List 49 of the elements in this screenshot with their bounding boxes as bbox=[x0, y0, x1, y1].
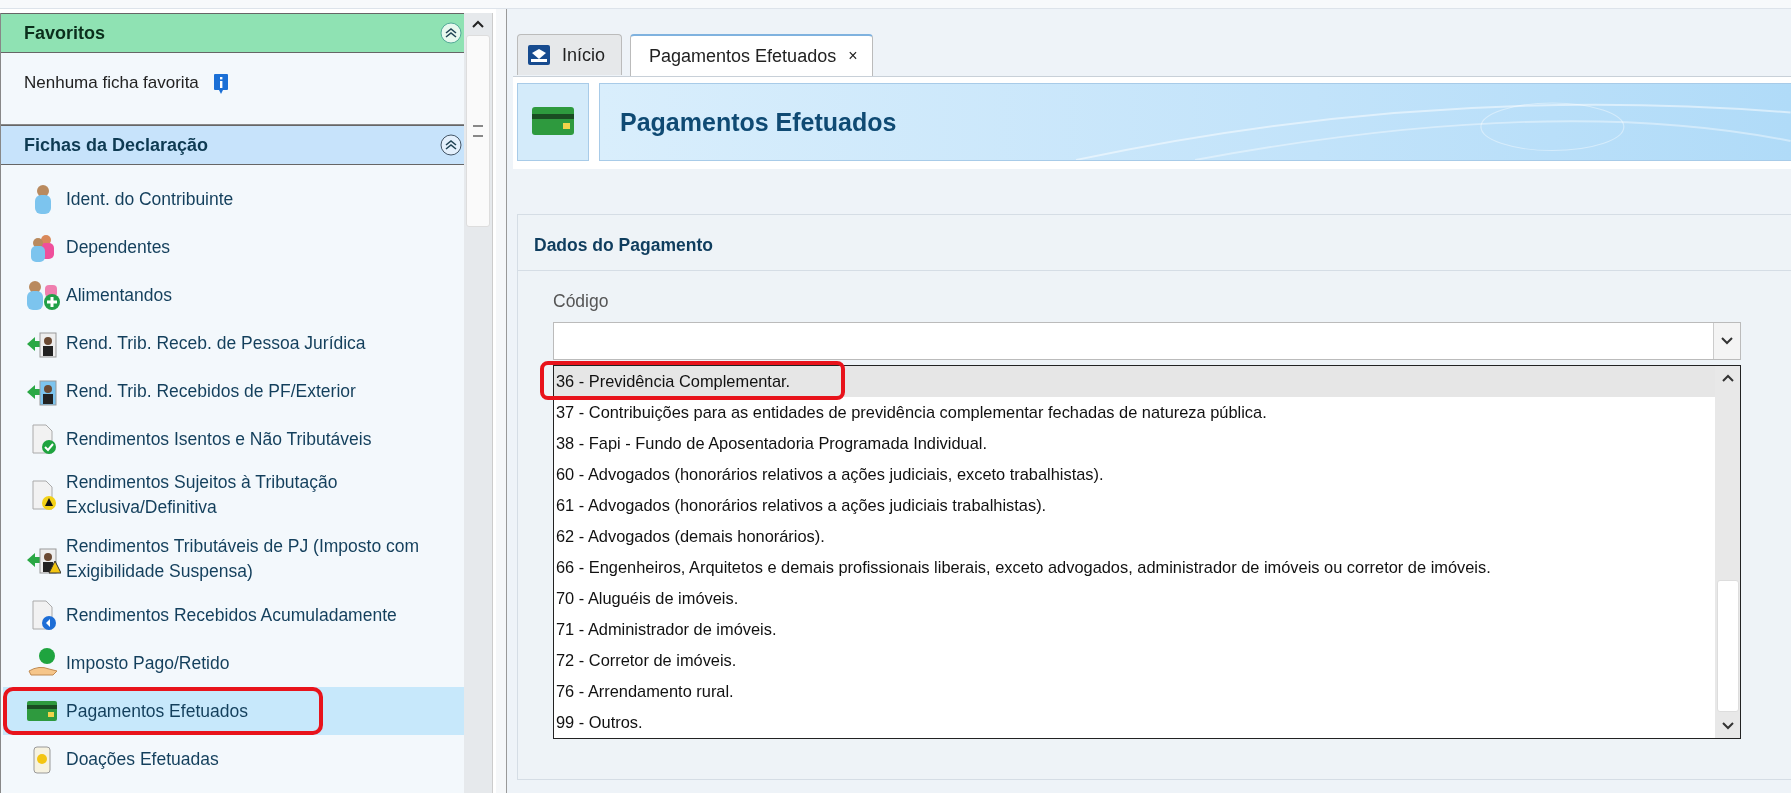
dropdown-option[interactable]: 61 - Advogados (honorários relativos a ações judiciais trabalhistas). bbox=[554, 490, 1715, 521]
dropdown-option[interactable]: 72 - Corretor de imóveis. bbox=[554, 645, 1715, 676]
scroll-thumb[interactable] bbox=[1716, 580, 1739, 712]
tab[interactable]: Início bbox=[517, 34, 623, 75]
chevron-down-icon bbox=[1721, 337, 1733, 345]
dropdown-option[interactable]: 76 - Arrendamento rural. bbox=[554, 676, 1715, 707]
dropdown-button[interactable] bbox=[1713, 323, 1740, 359]
sidebar-item[interactable]: Ident. do Contribuinte bbox=[3, 175, 464, 223]
dropdown-option[interactable]: 70 - Aluguéis de imóveis. bbox=[554, 583, 1715, 614]
sidebar-item[interactable]: Rendimentos Tributáveis de PJ (Imposto com Exigibilidade Suspensa) bbox=[3, 527, 464, 591]
sidebar-item[interactable]: Doações Efetuadas bbox=[3, 735, 464, 783]
dropdown-option[interactable]: 66 - Engenheiros, Arquitetos e demais profissionais liberais, exceto advogados, administrador de imóveis ou corretor de imóveis. bbox=[554, 552, 1715, 583]
sidebar-item[interactable]: Alimentandos bbox=[3, 271, 464, 319]
collapse-icon[interactable] bbox=[440, 134, 462, 156]
scroll-up-icon[interactable] bbox=[1721, 374, 1734, 382]
info-icon[interactable] bbox=[212, 73, 229, 95]
dropdown-option[interactable]: 99 - Outros. bbox=[554, 707, 1715, 738]
dropdown-option[interactable]: 37 - Contribuições para as entidades de previdência complementar fechadas de natureza pública. bbox=[554, 397, 1715, 428]
list-scrollbar[interactable] bbox=[1715, 366, 1740, 738]
sidebar-item[interactable]: Imposto Pago/Retido bbox=[3, 639, 464, 687]
empty-favorites-text: Nenhuma ficha favorita bbox=[24, 73, 199, 93]
page-title: Pagamentos Efetuados bbox=[620, 107, 897, 137]
section-title: Dados do Pagamento bbox=[518, 215, 1791, 271]
dropdown-option[interactable]: 71 - Administrador de imóveis. bbox=[554, 614, 1715, 645]
sidebar-item[interactable]: Pagamentos Efetuados bbox=[3, 687, 464, 735]
people-add-icon bbox=[25, 279, 61, 311]
home-logo-icon bbox=[528, 45, 550, 65]
collapse-icon[interactable] bbox=[440, 22, 462, 44]
sheets-title: Fichas da Declaração bbox=[24, 134, 209, 156]
scroll-up-icon[interactable] bbox=[471, 19, 485, 29]
close-tab-button[interactable]: × bbox=[848, 47, 858, 65]
dropdown-option[interactable]: 36 - Previdência Complementar. bbox=[554, 366, 1715, 397]
sidebar-item[interactable]: Rendimentos Sujeitos à Tributação Exclusiva/Definitiva bbox=[3, 463, 464, 527]
dropdown-option[interactable]: 38 - Fapi - Fundo de Aposentadoria Programada Individual. bbox=[554, 428, 1715, 459]
scroll-down-icon[interactable] bbox=[1721, 722, 1734, 730]
favorites-header[interactable]: Favoritos bbox=[1, 13, 464, 53]
scrollbar[interactable] bbox=[464, 13, 493, 793]
sidebar-item[interactable]: Rend. Trib. Receb. de Pessoa Jurídica bbox=[3, 319, 464, 367]
sidebar-item[interactable]: Dependentes bbox=[3, 223, 464, 271]
tab[interactable]: Pagamentos Efetuados × bbox=[630, 34, 873, 76]
dropdown-option[interactable]: 60 - Advogados (honorários relativos a ações judiciais, exceto trabalhistas). bbox=[554, 459, 1715, 490]
sheets-header[interactable]: Fichas da Declaração bbox=[1, 125, 464, 165]
sidebar-item[interactable]: Rendimentos Isentos e Não Tributáveis bbox=[3, 415, 464, 463]
favorites-title: Favoritos bbox=[24, 22, 106, 44]
dropdown-option[interactable]: 62 - Advogados (demais honorários). bbox=[554, 521, 1715, 552]
sidebar-item[interactable]: Rend. Trib. Recebidos de PF/Exterior bbox=[3, 367, 464, 415]
sidebar-item[interactable]: Rendimentos Recebidos Acumuladamente bbox=[3, 591, 464, 639]
scroll-thumb[interactable] bbox=[466, 35, 490, 227]
field-label: Código bbox=[553, 291, 610, 312]
